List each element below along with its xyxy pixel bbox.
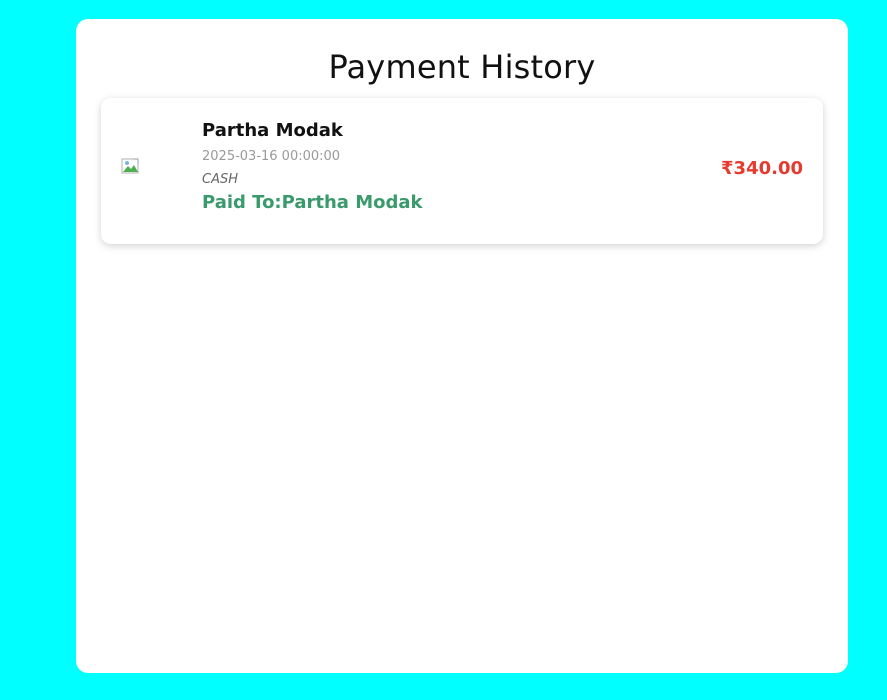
- paid-to-label: Paid To:Partha Modak: [202, 192, 423, 213]
- payment-info: Partha Modak 2025-03-16 00:00:00 CASH Pa…: [202, 120, 422, 214]
- payment-method: CASH: [202, 172, 238, 187]
- payment-card[interactable]: Partha Modak 2025-03-16 00:00:00 CASH Pa…: [101, 98, 823, 244]
- payer-name: Partha Modak: [202, 120, 343, 141]
- broken-image-icon: [121, 158, 141, 176]
- page-title: Payment History: [328, 48, 596, 86]
- payment-history-panel: Payment History Partha Modak 2025-03-16 …: [76, 19, 848, 673]
- payment-amount: ₹340.00: [721, 158, 803, 179]
- payment-datetime: 2025-03-16 00:00:00: [202, 149, 341, 164]
